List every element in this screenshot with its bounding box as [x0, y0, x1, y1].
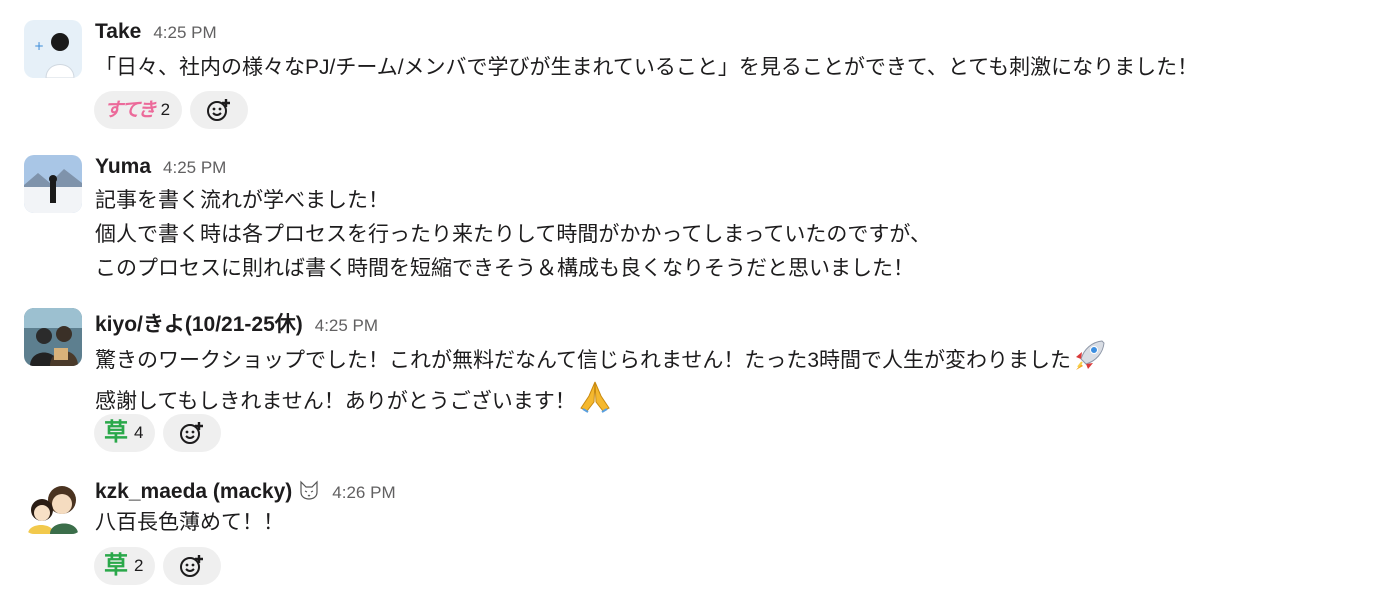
reaction-bar: 草 2: [94, 547, 222, 585]
reaction-count: 2: [160, 100, 171, 119]
rocket-emoji[interactable]: [1072, 337, 1108, 373]
message-text: 感謝してもしきれません！ありがとうございます！: [95, 378, 1108, 419]
reaction-count: 2: [134, 556, 144, 575]
message-text: 「日々、社内の様々なPJ/チーム/メンバで学びが生まれていること」を見ることがで…: [95, 56, 1199, 79]
author-name[interactable]: Yuma: [95, 155, 151, 179]
message-text: 驚きのワークショップでした！これが無料だなんて信じられません！たった3時間で人生…: [95, 337, 1108, 378]
message-feed: + Take 4:25 PM 「日々、社内の様々なPJ/チーム/メンバで学びが生…: [0, 0, 1400, 603]
add-reaction-button[interactable]: [190, 91, 249, 129]
message-text: このプロセスに則れば書く時間を短縮できそう＆構成も良くなりそうだと思いました！: [95, 257, 914, 280]
timestamp[interactable]: 4:26 PM: [332, 483, 395, 503]
message-body: 驚きのワークショップでした！これが無料だなんて信じられません！たった3時間で人生…: [95, 337, 1108, 419]
timestamp[interactable]: 4:25 PM: [163, 158, 226, 178]
reaction-bar: 草 4: [94, 414, 222, 452]
avatar-kiyo[interactable]: [24, 308, 82, 366]
timestamp[interactable]: 4:25 PM: [315, 316, 378, 336]
message-text-segment: 感謝してもしきれません！ありがとうございます！: [95, 390, 576, 413]
message-header: kiyo/きよ(10/21-25休) 4:25 PM: [95, 308, 378, 338]
avatar-kzk-maeda[interactable]: [24, 476, 82, 534]
reaction-kusa[interactable]: 草 2: [94, 547, 156, 585]
message-text: 個人で書く時は各プロセスを行ったり来たりして時間がかかってしまっていたのですが、: [95, 223, 932, 246]
message-header: kzk_maeda (macky) 4:26 PM: [95, 476, 396, 504]
svg-text:+: +: [34, 39, 44, 53]
message-text: 八百長色薄めて！！: [95, 511, 284, 534]
message-text-segment: 驚きのワークショップでした！これが無料だなんて信じられません！たった3時間で人生…: [95, 349, 1071, 372]
reaction-count: 4: [134, 423, 144, 442]
avatar-yuma[interactable]: [24, 155, 82, 213]
add-reaction-button[interactable]: [163, 414, 222, 452]
avatar-take[interactable]: +: [24, 20, 82, 78]
message-body: 八百長色薄めて！！: [95, 506, 284, 540]
cat-face-badge-icon[interactable]: [298, 479, 320, 501]
message-body: 「日々、社内の様々なPJ/チーム/メンバで学びが生まれていること」を見ることがで…: [95, 51, 1198, 85]
folded-hands-emoji[interactable]: [577, 378, 613, 414]
message-header: Yuma 4:25 PM: [95, 155, 226, 179]
add-reaction-icon: [205, 96, 233, 124]
kusa-emoji: 草: [104, 552, 128, 579]
author-name[interactable]: Take: [95, 20, 141, 44]
add-reaction-button[interactable]: [163, 547, 222, 585]
add-reaction-icon: [178, 552, 206, 580]
reaction-kusa[interactable]: 草 4: [94, 414, 156, 452]
reaction-bar: すてき 2: [94, 91, 249, 129]
message-text: 記事を書く流れが学べました！: [95, 189, 389, 212]
author-name[interactable]: kiyo/きよ(10/21-25休): [95, 308, 303, 338]
author-name[interactable]: kzk_maeda (macky): [95, 480, 292, 504]
message-body: 記事を書く流れが学べました！ 個人で書く時は各プロセスを行ったり来たりして時間が…: [95, 184, 931, 286]
message-header: Take 4:25 PM: [95, 20, 217, 44]
reaction-suteki[interactable]: すてき 2: [94, 91, 183, 129]
suteki-emoji: すてき: [104, 99, 157, 121]
kusa-emoji: 草: [104, 419, 128, 446]
timestamp[interactable]: 4:25 PM: [153, 23, 216, 43]
add-reaction-icon: [178, 419, 206, 447]
